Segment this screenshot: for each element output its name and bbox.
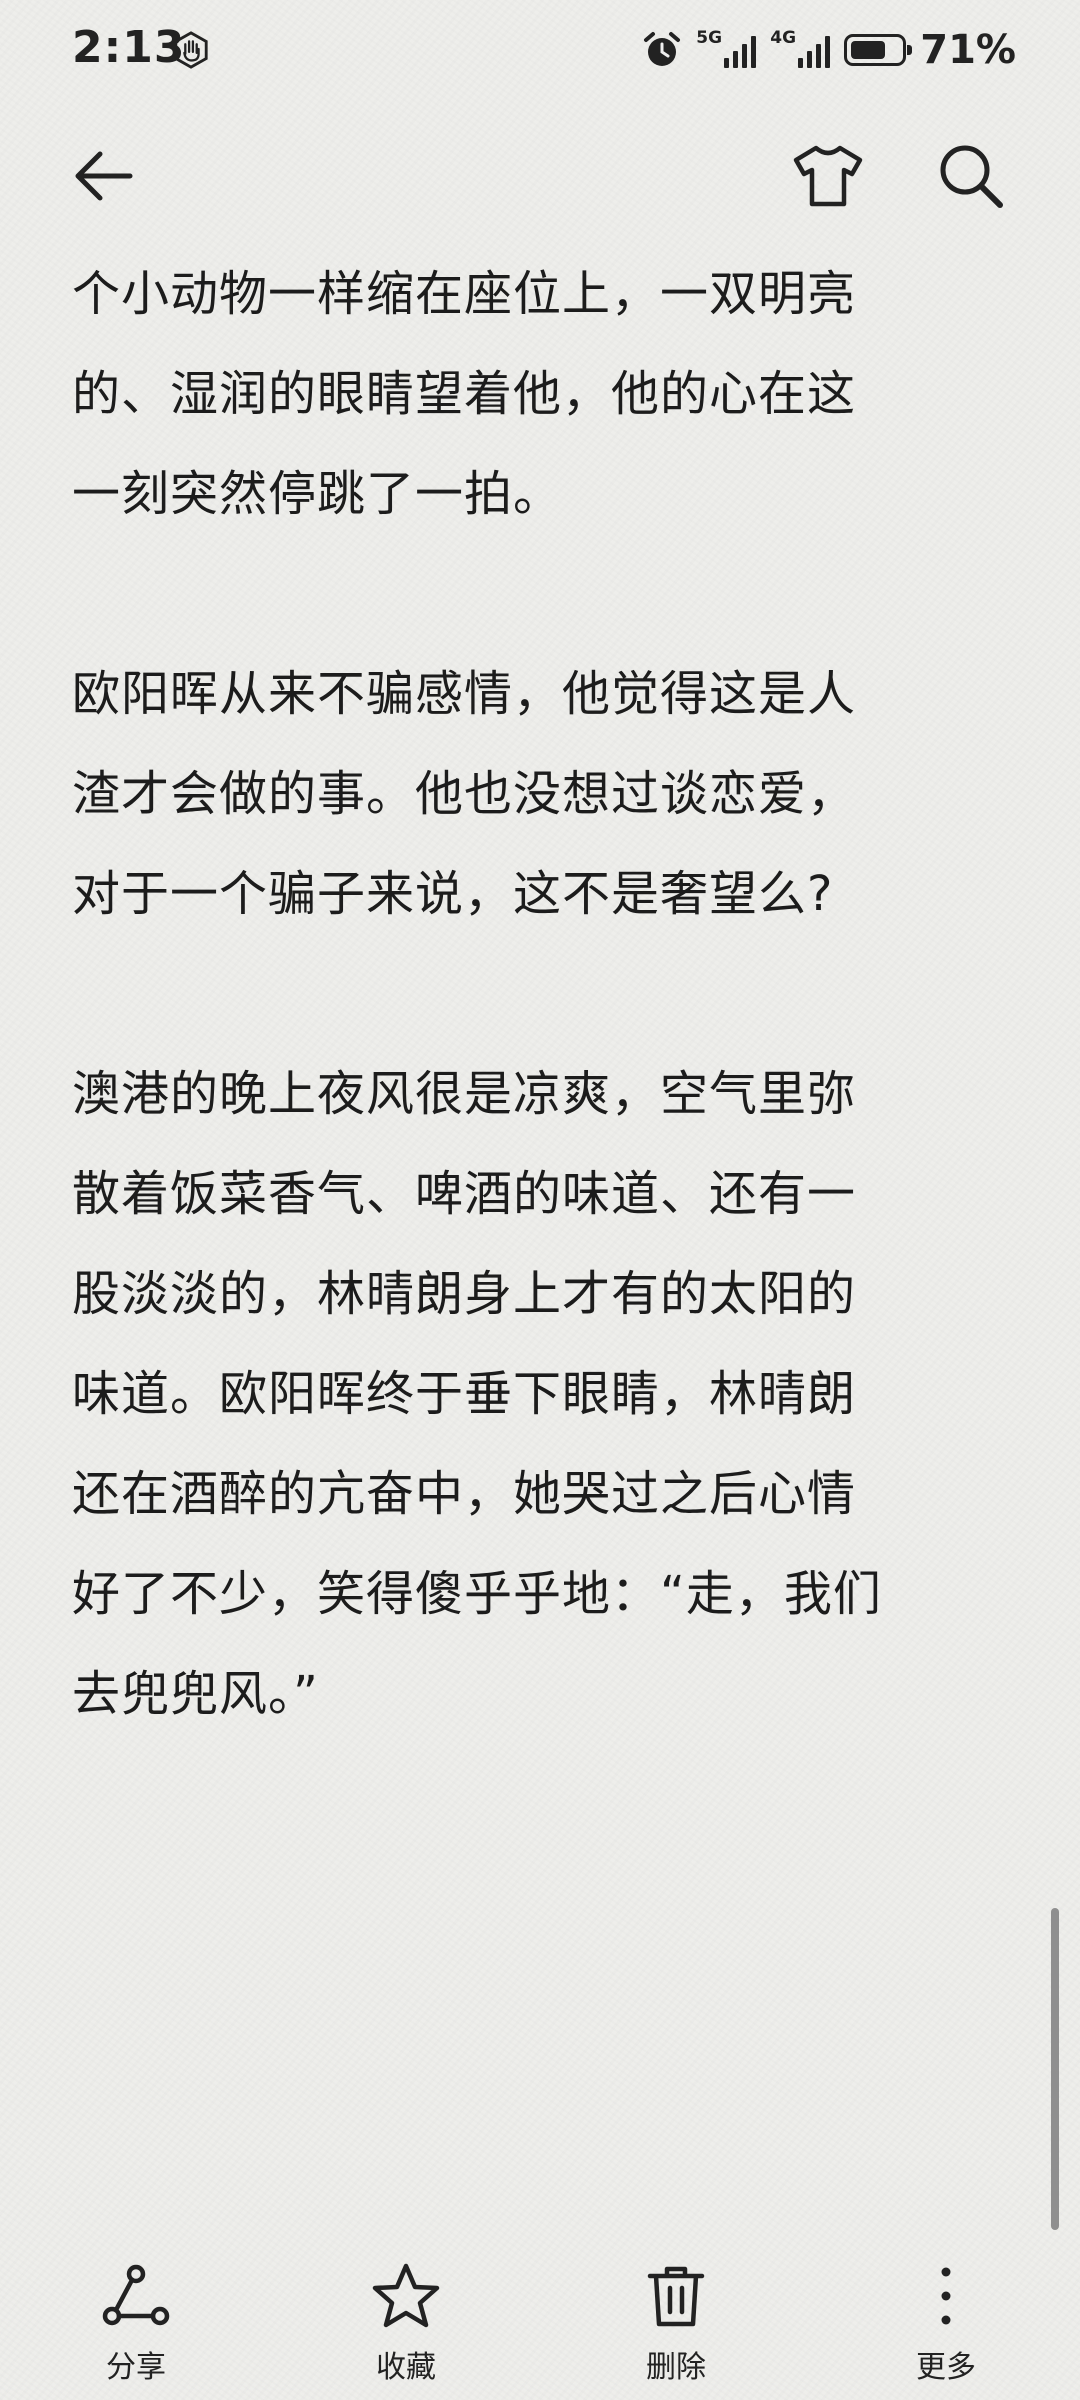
- search-icon: [940, 145, 1003, 208]
- status-time: 2:13: [72, 22, 186, 73]
- bottom-toolbar: 分享 收藏 删除 更多: [0, 2250, 1080, 2400]
- share-label: 分享: [106, 2350, 166, 2385]
- paragraph: 个小动物一样缩在座位上，一双明亮 的、湿润的眼睛望着他，他的心在这 一刻突然停跳…: [72, 266, 857, 522]
- more-label: 更多: [916, 2350, 976, 2385]
- battery-fill: [851, 41, 886, 59]
- delete-button[interactable]: 删除: [586, 2250, 766, 2390]
- top-bar: [0, 120, 1080, 230]
- battery-percent: 71%: [920, 27, 1016, 73]
- delete-label: 删除: [646, 2350, 706, 2385]
- alarm-icon: [644, 32, 681, 66]
- more-vertical-icon: [941, 2267, 951, 2325]
- network-2-label: 4G: [770, 28, 797, 48]
- paragraph: 欧阳晖从来不骗感情，他觉得这是人 渣才会做的事。他也没想过谈恋爱， 对于一个骗子…: [72, 666, 857, 922]
- scrollbar[interactable]: [1051, 1908, 1059, 2230]
- status-bar: 2:13 5G 4G 71%: [0, 0, 1080, 100]
- favorite-button[interactable]: 收藏: [316, 2250, 496, 2390]
- signal-icon: 5G: [696, 28, 757, 68]
- signal-icon: 4G: [770, 28, 831, 68]
- more-button[interactable]: 更多: [856, 2250, 1036, 2390]
- battery-icon: [844, 34, 913, 66]
- back-button[interactable]: [68, 140, 148, 212]
- theme-button[interactable]: [788, 140, 868, 212]
- status-icons: 5G 4G 71%: [642, 26, 1016, 74]
- paragraph: 澳港的晚上夜风很是凉爽，空气里弥 散着饭菜香气、啤酒的味道、还有一 股淡淡的，林…: [72, 1066, 882, 1722]
- star-icon: [372, 2263, 440, 2328]
- hand-icon: [174, 31, 208, 69]
- network-1-label: 5G: [696, 28, 723, 48]
- trash-icon: [647, 2266, 705, 2327]
- article-body: 个小动物一样缩在座位上，一双明亮 的、湿润的眼睛望着他，他的心在这 一刻突然停跳…: [72, 244, 1002, 1844]
- search-button[interactable]: [932, 140, 1012, 212]
- share-icon: [102, 2264, 170, 2326]
- back-arrow-icon: [75, 151, 133, 201]
- favorite-label: 收藏: [376, 2350, 436, 2385]
- shirt-icon: [793, 145, 863, 207]
- share-button[interactable]: 分享: [46, 2250, 226, 2390]
